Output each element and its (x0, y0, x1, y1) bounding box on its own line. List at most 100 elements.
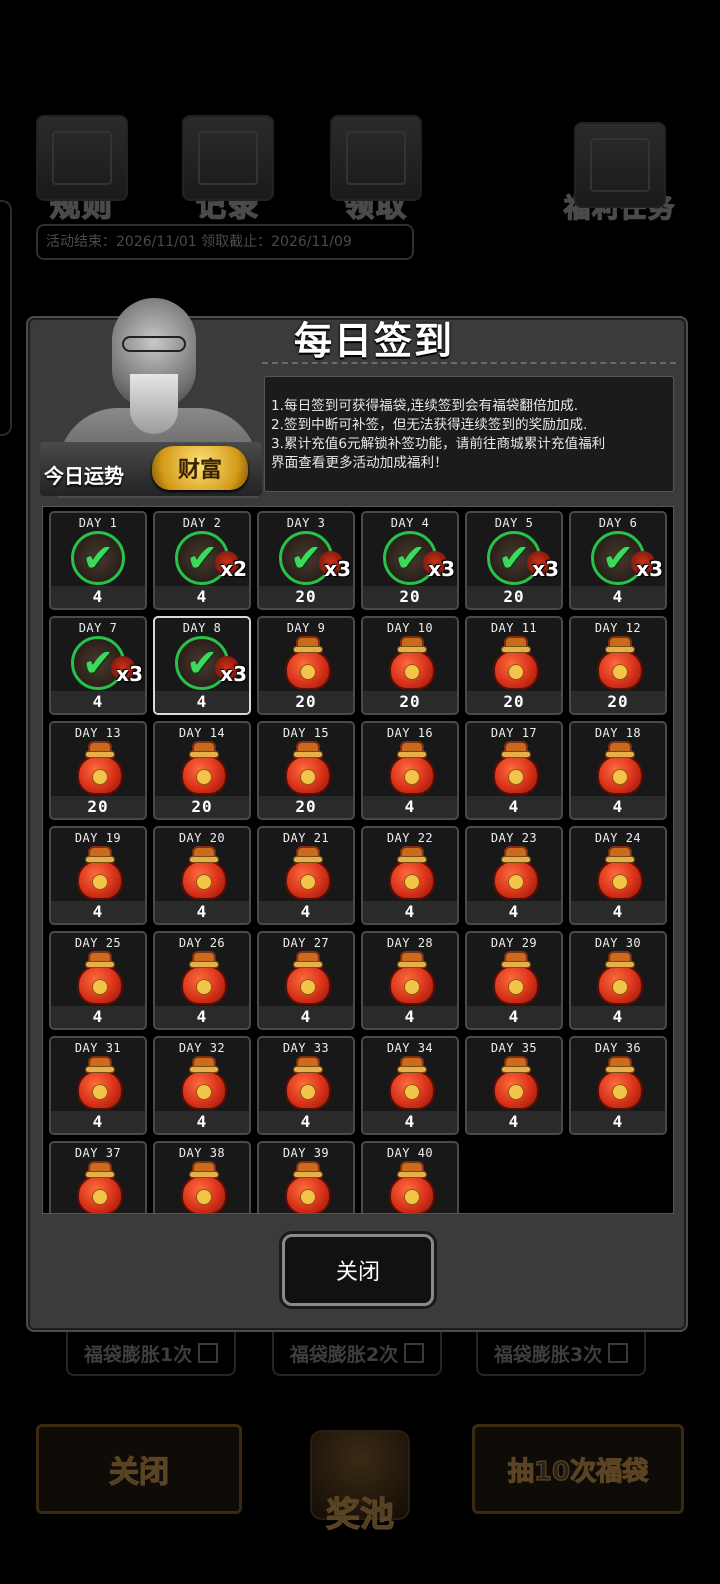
checkmark-glyph: ✔ (186, 641, 218, 685)
rules-button[interactable]: 规则 (22, 95, 142, 225)
day-cell[interactable]: DAY 29 4 (465, 931, 563, 1030)
day-cell[interactable]: DAY 6 ✔ x3 4 (569, 511, 667, 610)
reward-amount: 4 (259, 901, 353, 923)
bottom-close-button[interactable]: 关闭 (36, 1424, 242, 1514)
lucky-bag-coin (404, 874, 420, 890)
receive-button[interactable]: 领取 (316, 95, 436, 225)
lucky-bag-icon (181, 1161, 227, 1213)
day-cell[interactable]: DAY 5 ✔ x3 20 (465, 511, 563, 610)
day-label: DAY 1 (78, 516, 118, 530)
day-label: DAY 19 (74, 831, 122, 845)
lucky-bag-icon (389, 636, 435, 690)
lucky-bag-icon (285, 846, 331, 900)
day-cell[interactable]: DAY 40 (361, 1141, 459, 1213)
day-cell[interactable]: DAY 11 20 (465, 616, 563, 715)
day-cell[interactable]: DAY 36 4 (569, 1036, 667, 1135)
day-label: DAY 18 (594, 726, 642, 740)
bag-expand-1[interactable]: 福袋膨胀1次 (66, 1332, 236, 1376)
close-button[interactable]: 关闭 (282, 1234, 434, 1306)
reward-amount: 4 (571, 901, 665, 923)
day-cell[interactable]: DAY 15 20 (257, 721, 355, 820)
fortune-label: 今日运势 (44, 464, 124, 488)
bag-expand-3-checkbox[interactable] (608, 1343, 629, 1363)
bag-expand-3[interactable]: 福袋膨胀3次 (476, 1332, 646, 1376)
day-cell[interactable]: DAY 10 20 (361, 616, 459, 715)
day-cell[interactable]: DAY 18 4 (569, 721, 667, 820)
lucky-bag-icon (597, 1056, 643, 1110)
side-tab[interactable] (0, 200, 12, 436)
lucky-bag-knot (189, 751, 219, 758)
bag-expand-1-checkbox[interactable] (198, 1343, 219, 1363)
day-cell[interactable]: DAY 35 4 (465, 1036, 563, 1135)
lucky-bag-coin (612, 664, 628, 680)
day-label: DAY 32 (178, 1041, 226, 1055)
lucky-bag-coin (300, 769, 316, 785)
lucky-bag-coin (92, 1084, 108, 1100)
day-cell[interactable]: DAY 39 (257, 1141, 355, 1213)
day-cell[interactable]: DAY 19 4 (49, 826, 147, 925)
day-cell[interactable]: DAY 38 (153, 1141, 251, 1213)
day-cell[interactable]: DAY 12 20 (569, 616, 667, 715)
day-cell[interactable]: DAY 23 4 (465, 826, 563, 925)
lucky-bag-knot (605, 751, 635, 758)
day-cell[interactable]: DAY 30 4 (569, 931, 667, 1030)
day-cell[interactable]: DAY 8 ✔ x3 4 (153, 616, 251, 715)
reward-amount: 4 (259, 1006, 353, 1028)
checkmark-glyph: ✔ (82, 641, 114, 685)
day-cell[interactable]: DAY 28 4 (361, 931, 459, 1030)
draw-ten-button[interactable]: 抽10次福袋 (472, 1424, 684, 1514)
day-label: DAY 5 (494, 516, 534, 530)
reward-amount: 4 (155, 1111, 249, 1133)
day-cell[interactable]: DAY 25 4 (49, 931, 147, 1030)
reward-amount: 4 (51, 691, 145, 713)
daily-checkin-modal: 今日运势 财富 每日签到 1.每日签到可获得福袋,连续签到会有福袋翻倍加成. 2… (26, 298, 688, 1332)
lucky-bag-icon (77, 1056, 123, 1110)
bag-expand-2[interactable]: 福袋膨胀2次 (272, 1332, 442, 1376)
day-cell[interactable]: DAY 27 4 (257, 931, 355, 1030)
close-button-label: 关闭 (335, 1260, 380, 1285)
lucky-bag-coin (196, 1189, 212, 1205)
reward-amount: 4 (363, 796, 457, 818)
day-cell[interactable]: DAY 34 4 (361, 1036, 459, 1135)
welfare-task-button[interactable]: 福利任务 (550, 95, 690, 225)
records-button[interactable]: 记录 (168, 95, 288, 225)
day-cell[interactable]: DAY 20 4 (153, 826, 251, 925)
lucky-bag-knot (189, 961, 219, 968)
lucky-bag-coin (196, 769, 212, 785)
day-cell[interactable]: DAY 3 ✔ x3 20 (257, 511, 355, 610)
lucky-bag-knot (605, 1066, 635, 1073)
day-cell[interactable]: DAY 24 4 (569, 826, 667, 925)
prize-pool-button[interactable]: 奖池 (280, 1400, 440, 1550)
day-cell[interactable]: DAY 2 ✔ x2 4 (153, 511, 251, 610)
lucky-bag-coin (508, 664, 524, 680)
lucky-bag-icon (285, 1056, 331, 1110)
day-cell[interactable]: DAY 31 4 (49, 1036, 147, 1135)
day-cell[interactable]: DAY 7 ✔ x3 4 (49, 616, 147, 715)
bag-expand-2-checkbox[interactable] (404, 1343, 425, 1363)
day-cell[interactable]: DAY 4 ✔ x3 20 (361, 511, 459, 610)
day-cell[interactable]: DAY 14 20 (153, 721, 251, 820)
day-cell[interactable]: DAY 17 4 (465, 721, 563, 820)
draw-ten-label: 抽10次福袋 (507, 1456, 649, 1487)
day-cell[interactable]: DAY 22 4 (361, 826, 459, 925)
day-cell[interactable]: DAY 26 4 (153, 931, 251, 1030)
lucky-bag-knot (293, 856, 323, 863)
day-cell[interactable]: DAY 16 4 (361, 721, 459, 820)
days-grid-scroll[interactable]: DAY 1 ✔ 4 DAY 2 ✔ x2 4 DAY 3 ✔ x3 20 DAY 4 ✔ x3 20 DAY … (42, 506, 674, 1214)
lucky-bag-coin (92, 874, 108, 890)
day-cell[interactable]: DAY 9 20 (257, 616, 355, 715)
day-cell[interactable]: DAY 1 ✔ 4 (49, 511, 147, 610)
day-cell[interactable]: DAY 37 (49, 1141, 147, 1213)
day-cell[interactable]: DAY 33 4 (257, 1036, 355, 1135)
lucky-bag-coin (404, 769, 420, 785)
lucky-bag-coin (300, 979, 316, 995)
day-cell[interactable]: DAY 32 4 (153, 1036, 251, 1135)
lucky-bag-coin (612, 1084, 628, 1100)
day-cell[interactable]: DAY 21 4 (257, 826, 355, 925)
lucky-bag-knot (85, 1171, 115, 1178)
day-label: DAY 36 (594, 1041, 642, 1055)
day-cell[interactable]: DAY 13 20 (49, 721, 147, 820)
lucky-bag-icon (493, 846, 539, 900)
day-label: DAY 39 (282, 1146, 330, 1160)
reward-amount: 4 (571, 1006, 665, 1028)
